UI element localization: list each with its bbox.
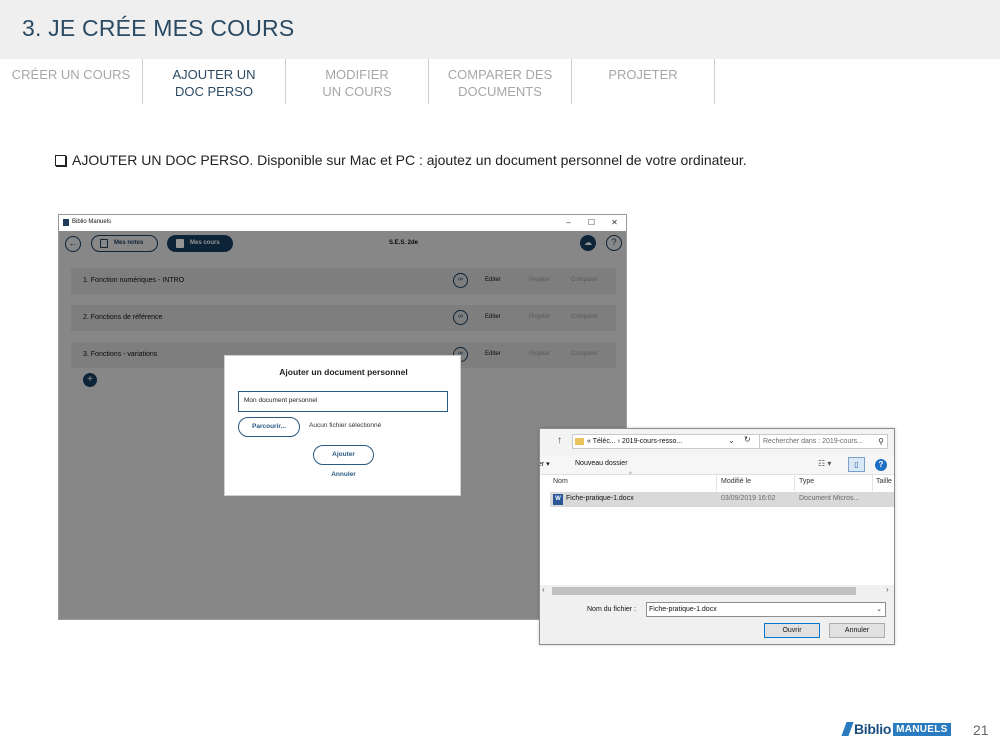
- cancel-button[interactable]: Annuler: [829, 623, 885, 638]
- app-logo-icon: [63, 219, 69, 226]
- filename-input[interactable]: Fiche-pratique-1.docx ⌄: [646, 602, 886, 617]
- add-document-dialog: Ajouter un document personnel Mon docume…: [224, 355, 461, 496]
- horizontal-scrollbar[interactable]: ‹ ›: [540, 585, 894, 597]
- file-dialog-footer: Nom du fichier : Fiche-pratique-1.docx ⌄…: [540, 597, 894, 644]
- tab-ajouter-un-doc-perso[interactable]: AJOUTER UN DOC PERSO: [143, 59, 286, 104]
- window-controls: – ☐ ✕: [557, 215, 626, 231]
- slide-title: 3. JE CRÉE MES COURS: [22, 15, 295, 41]
- chevron-down-icon[interactable]: ⌄: [876, 603, 882, 616]
- column-type[interactable]: Type: [799, 478, 814, 491]
- tab-creer-un-cours[interactable]: CRÉER UN COURS: [0, 59, 143, 104]
- open-button[interactable]: Ouvrir: [764, 623, 820, 638]
- cancel-link[interactable]: Annuler: [225, 471, 462, 478]
- preview-pane-icon[interactable]: ▯: [848, 457, 865, 472]
- tab-modifier-un-cours[interactable]: MODIFIER UN COURS: [286, 59, 429, 104]
- scroll-left-icon[interactable]: ‹: [542, 585, 545, 594]
- close-button[interactable]: ✕: [603, 215, 626, 231]
- view-options-icon[interactable]: ☷ ▾: [818, 459, 831, 468]
- checkbox-bullet-icon: [55, 154, 66, 166]
- slide-header: 3. JE CRÉE MES COURS: [0, 0, 1000, 59]
- up-arrow-icon[interactable]: ↑: [557, 435, 562, 446]
- help-icon[interactable]: ?: [875, 459, 887, 471]
- file-modified: 03/09/2019 16:02: [721, 495, 776, 502]
- instruction-text: AJOUTER UN DOC PERSO. Disponible sur Mac…: [72, 152, 747, 168]
- file-row[interactable]: W Fiche-pratique-1.docx 03/09/2019 16:02…: [550, 492, 894, 507]
- sort-caret-icon: ^: [629, 472, 632, 478]
- word-document-icon: W: [553, 494, 563, 505]
- window-titlebar: Biblio Manuels – ☐ ✕: [59, 215, 626, 231]
- command-bar: er ▾ Nouveau dossier ☷ ▾ ▯ ?: [540, 455, 894, 475]
- filename-label: Nom du fichier :: [587, 606, 637, 613]
- document-name-input[interactable]: Mon document personnel: [238, 391, 448, 412]
- page-number: 21: [973, 722, 989, 738]
- add-button[interactable]: Ajouter: [313, 445, 374, 465]
- file-open-dialog: ↑ « Téléc... › 2019-cours-resso... ⌄ ↻ R…: [539, 428, 895, 645]
- section-tabs: CRÉER UN COURS AJOUTER UN DOC PERSO MODI…: [0, 59, 715, 104]
- scroll-thumb[interactable]: [552, 587, 856, 595]
- path-dropdown-icon[interactable]: ⌄: [728, 436, 735, 445]
- file-name: Fiche-pratique-1.docx: [566, 495, 634, 502]
- minimize-button[interactable]: –: [557, 215, 580, 231]
- tab-comparer-des-documents[interactable]: COMPARER DES DOCUMENTS: [429, 59, 572, 104]
- column-headers: ^ Nom Modifié le Type Taille: [540, 472, 894, 491]
- column-name[interactable]: Nom: [553, 478, 568, 491]
- organize-menu[interactable]: er ▾: [540, 460, 550, 468]
- scroll-right-icon[interactable]: ›: [886, 585, 889, 594]
- brand-logo: Biblio MANUELS: [841, 721, 951, 737]
- search-icon: ⚲: [878, 437, 884, 446]
- folder-icon: [575, 437, 584, 445]
- column-modified[interactable]: Modifié le: [721, 478, 751, 491]
- tab-projeter[interactable]: PROJETER: [572, 59, 715, 104]
- address-bar: ↑ « Téléc... › 2019-cours-resso... ⌄ ↻ R…: [540, 429, 894, 455]
- window-title: Biblio Manuels: [72, 219, 112, 225]
- browse-button[interactable]: Parcourir...: [238, 417, 300, 437]
- instruction: AJOUTER UN DOC PERSO. Disponible sur Mac…: [55, 152, 747, 168]
- column-size[interactable]: Taille: [876, 478, 892, 491]
- new-folder-button[interactable]: Nouveau dossier: [575, 460, 628, 467]
- file-type: Document Micros...: [799, 495, 860, 502]
- maximize-button[interactable]: ☐: [580, 215, 603, 231]
- search-input[interactable]: Rechercher dans : 2019-cours... ⚲: [759, 434, 888, 449]
- refresh-icon[interactable]: ↻: [744, 435, 751, 444]
- dialog-title: Ajouter un document personnel: [279, 367, 408, 377]
- no-file-label: Aucun fichier sélectionné: [309, 422, 382, 429]
- brand-slash-icon: [841, 722, 854, 736]
